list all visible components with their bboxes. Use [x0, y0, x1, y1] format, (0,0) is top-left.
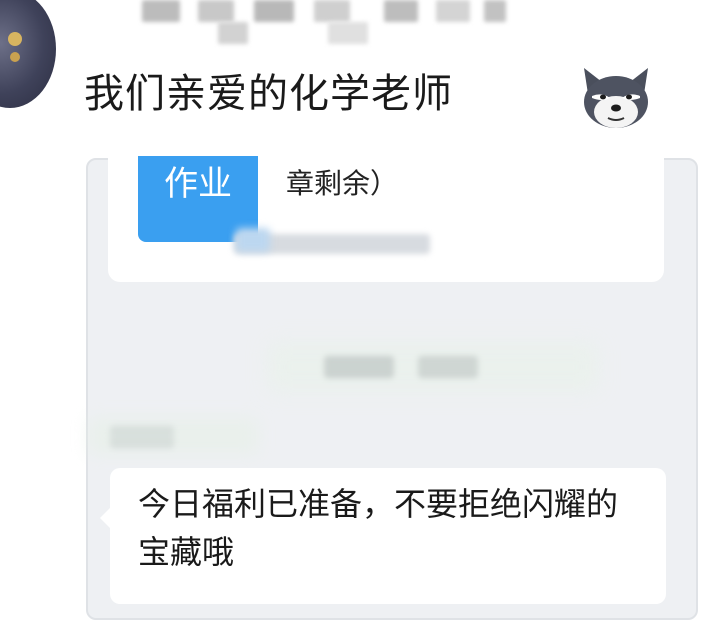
- blurred-card-meta-accent: [236, 228, 270, 252]
- blurred-username: [128, 0, 518, 46]
- shared-content-panel: 作业 章剩余） 今日福利已准备，不要拒绝闪耀的宝藏哦: [86, 156, 698, 620]
- dog-emoji-icon: [584, 68, 648, 128]
- homework-title: 章剩余）: [286, 167, 399, 200]
- avatar[interactable]: [0, 0, 56, 108]
- post-title: 我们亲爱的化学老师: [84, 71, 453, 117]
- blurred-sender-glow: [88, 418, 258, 454]
- message-text: 今日福利已准备，不要拒绝闪耀的宝藏哦: [138, 485, 619, 571]
- message-bubble[interactable]: 今日福利已准备，不要拒绝闪耀的宝藏哦: [110, 468, 666, 604]
- homework-card[interactable]: 作业 章剩余）: [108, 156, 664, 282]
- blurred-timestamp-glow: [268, 342, 598, 392]
- avatar-flower-decoration: [8, 32, 22, 46]
